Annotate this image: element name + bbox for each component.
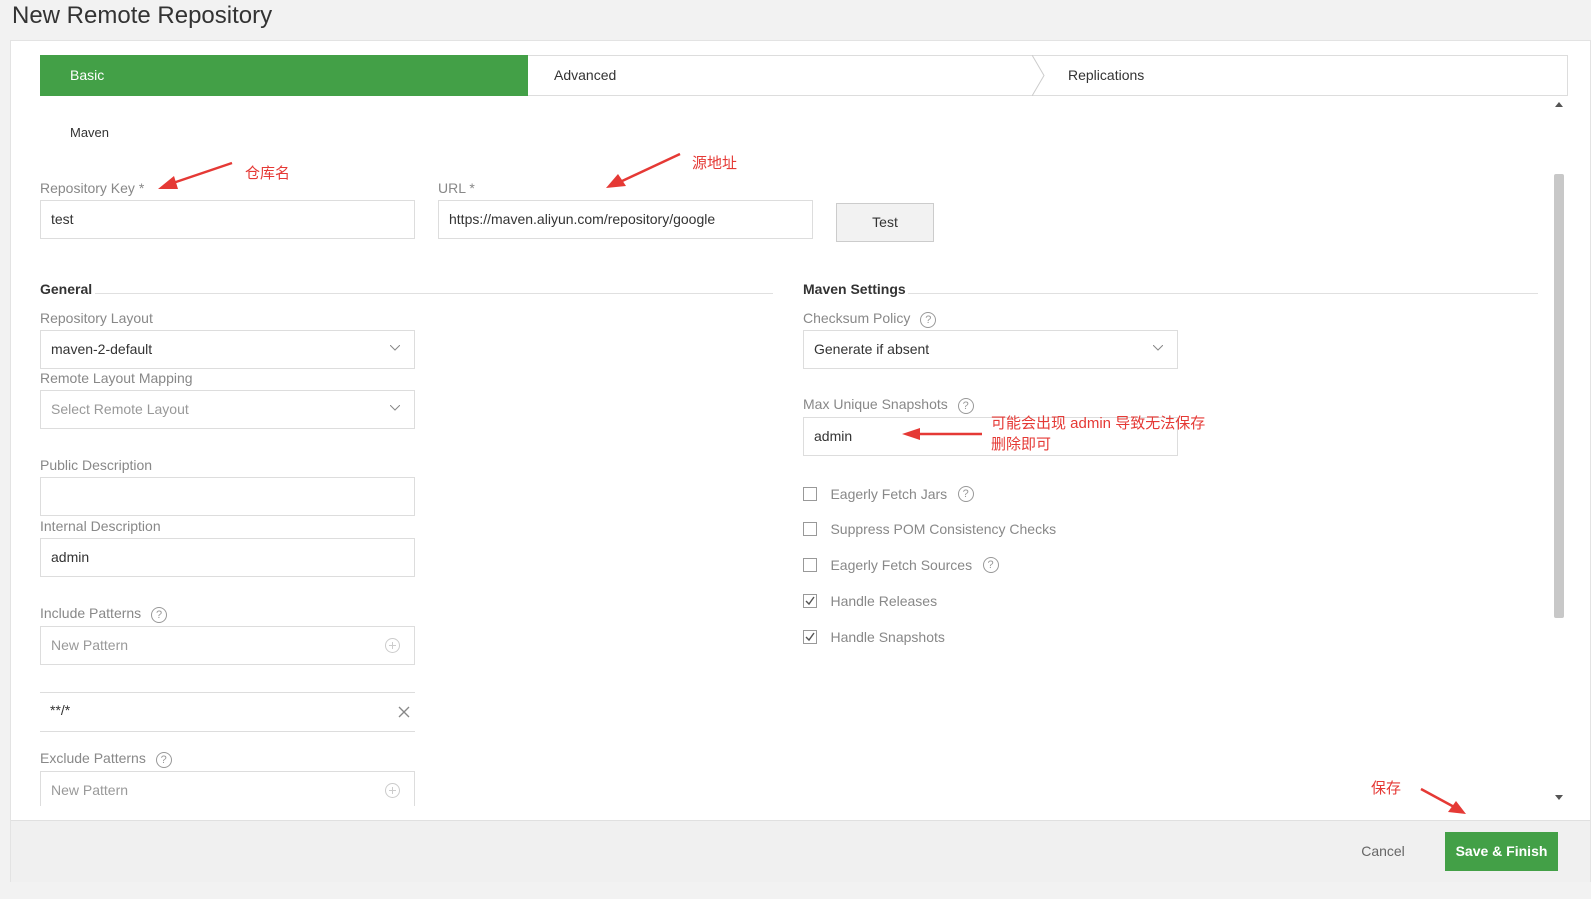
- checkbox-label: Eagerly Fetch Jars: [830, 485, 948, 502]
- checkmark-icon: [805, 632, 815, 641]
- scroll-down-icon[interactable]: [1555, 795, 1563, 800]
- checksum-policy-text: Checksum Policy: [803, 310, 911, 326]
- public-desc-input[interactable]: [40, 477, 415, 516]
- save-finish-button[interactable]: Save & Finish: [1445, 832, 1558, 871]
- chevron-down-icon: [390, 405, 400, 411]
- add-icon[interactable]: [385, 783, 400, 798]
- general-section-title: General: [40, 281, 93, 297]
- checkbox-handle-snapshots[interactable]: Handle Snapshots: [803, 628, 945, 646]
- scrollbar-thumb[interactable]: [1554, 174, 1564, 618]
- close-icon[interactable]: [398, 706, 410, 718]
- checkbox-label: Handle Snapshots: [830, 628, 945, 645]
- annotation-save: 保存: [1371, 780, 1402, 797]
- chevron-down-icon: [390, 345, 400, 351]
- exclude-pattern-placeholder: New Pattern: [51, 782, 129, 798]
- remote-layout-label: Remote Layout Mapping: [40, 370, 193, 386]
- max-snapshots-text: Max Unique Snapshots: [803, 396, 948, 412]
- help-icon[interactable]: ?: [151, 607, 168, 623]
- scrollbar[interactable]: [1551, 100, 1567, 806]
- package-type-label: Maven: [70, 125, 110, 140]
- checkmark-icon: [805, 596, 815, 605]
- step-basic[interactable]: Basic: [40, 55, 570, 96]
- annotation-arrow-icon: [1420, 787, 1466, 814]
- cancel-button[interactable]: Cancel: [1348, 833, 1418, 869]
- include-pattern-placeholder: New Pattern: [51, 637, 129, 653]
- url-input[interactable]: https://maven.aliyun.com/repository/goog…: [438, 200, 813, 239]
- url-label: URL *: [438, 180, 475, 196]
- remote-layout-select[interactable]: Select Remote Layout: [40, 390, 415, 429]
- annotation-arrow-icon: [902, 428, 982, 440]
- include-pattern-item: **/*: [40, 692, 415, 732]
- checksum-policy-select[interactable]: Generate if absent: [803, 330, 1178, 369]
- checkbox-box-checked[interactable]: [803, 593, 817, 608]
- repo-layout-label: Repository Layout: [40, 310, 153, 326]
- checksum-policy-label: Checksum Policy ?: [803, 310, 937, 328]
- exclude-patterns-text: Exclude Patterns: [40, 750, 146, 766]
- exclude-pattern-input[interactable]: New Pattern: [40, 771, 415, 806]
- checkbox-box[interactable]: [803, 521, 817, 536]
- max-snapshots-label: Max Unique Snapshots ?: [803, 396, 974, 414]
- checkbox-box[interactable]: [803, 557, 817, 572]
- repo-layout-select[interactable]: maven-2-default: [40, 330, 415, 369]
- checkbox-eagerly-fetch-sources[interactable]: Eagerly Fetch Sources ?: [803, 556, 999, 574]
- help-icon[interactable]: ?: [957, 485, 974, 502]
- annotation-admin-note: 可能会出现 admin 导致无法保存 删除即可: [991, 413, 1205, 455]
- public-desc-label: Public Description: [40, 457, 153, 473]
- help-icon[interactable]: ?: [957, 398, 974, 414]
- include-patterns-text: Include Patterns: [40, 605, 142, 621]
- checkbox-box-checked[interactable]: [803, 629, 817, 644]
- checkbox-suppress-pom[interactable]: Suppress POM Consistency Checks: [803, 520, 1056, 538]
- step-advanced[interactable]: Advanced: [528, 55, 1040, 96]
- page-title: New Remote Repository: [12, 2, 273, 29]
- exclude-patterns-label: Exclude Patterns ?: [40, 750, 172, 768]
- annotation-admin-line2: 删除即可: [991, 436, 1052, 453]
- maven-divider: [908, 293, 1538, 294]
- internal-desc-input[interactable]: admin: [40, 538, 415, 577]
- help-icon[interactable]: ?: [155, 752, 172, 768]
- include-pattern-value: **/*: [50, 702, 71, 718]
- test-button[interactable]: Test: [836, 203, 934, 242]
- annotation-source-url: 源地址: [692, 155, 738, 172]
- remote-layout-placeholder: Select Remote Layout: [51, 401, 189, 417]
- wizard-steps: Basic Advanced Replications: [40, 55, 1568, 96]
- help-icon[interactable]: ?: [982, 556, 999, 573]
- add-icon[interactable]: [385, 638, 400, 653]
- help-icon[interactable]: ?: [920, 312, 937, 328]
- maven-section-title: Maven Settings: [803, 281, 906, 297]
- annotation-repo-name: 仓库名: [245, 165, 291, 182]
- repo-key-input[interactable]: test: [40, 200, 415, 239]
- repo-key-label: Repository Key *: [40, 180, 145, 196]
- checkbox-label: Eagerly Fetch Sources: [830, 556, 973, 573]
- include-patterns-label: Include Patterns ?: [40, 605, 168, 623]
- scroll-up-icon[interactable]: [1555, 102, 1563, 107]
- internal-desc-label: Internal Description: [40, 518, 161, 534]
- step-replications[interactable]: Replications: [1040, 55, 1568, 96]
- step-divider-icon: [1032, 55, 1045, 96]
- repo-layout-value: maven-2-default: [51, 341, 153, 357]
- annotation-arrow-icon: [158, 161, 233, 189]
- checkbox-box[interactable]: [803, 486, 817, 501]
- general-divider: [95, 293, 773, 294]
- checkbox-label: Suppress POM Consistency Checks: [830, 520, 1057, 537]
- annotation-arrow-icon: [606, 152, 681, 188]
- annotation-admin-line1: 可能会出现 admin 导致无法保存: [991, 415, 1206, 432]
- include-pattern-input[interactable]: New Pattern: [40, 626, 415, 665]
- checkbox-label: Handle Releases: [830, 592, 938, 609]
- checkbox-handle-releases[interactable]: Handle Releases: [803, 592, 937, 610]
- chevron-down-icon: [1153, 345, 1163, 351]
- checksum-policy-value: Generate if absent: [814, 341, 930, 357]
- checkbox-eagerly-fetch-jars[interactable]: Eagerly Fetch Jars ?: [803, 485, 974, 503]
